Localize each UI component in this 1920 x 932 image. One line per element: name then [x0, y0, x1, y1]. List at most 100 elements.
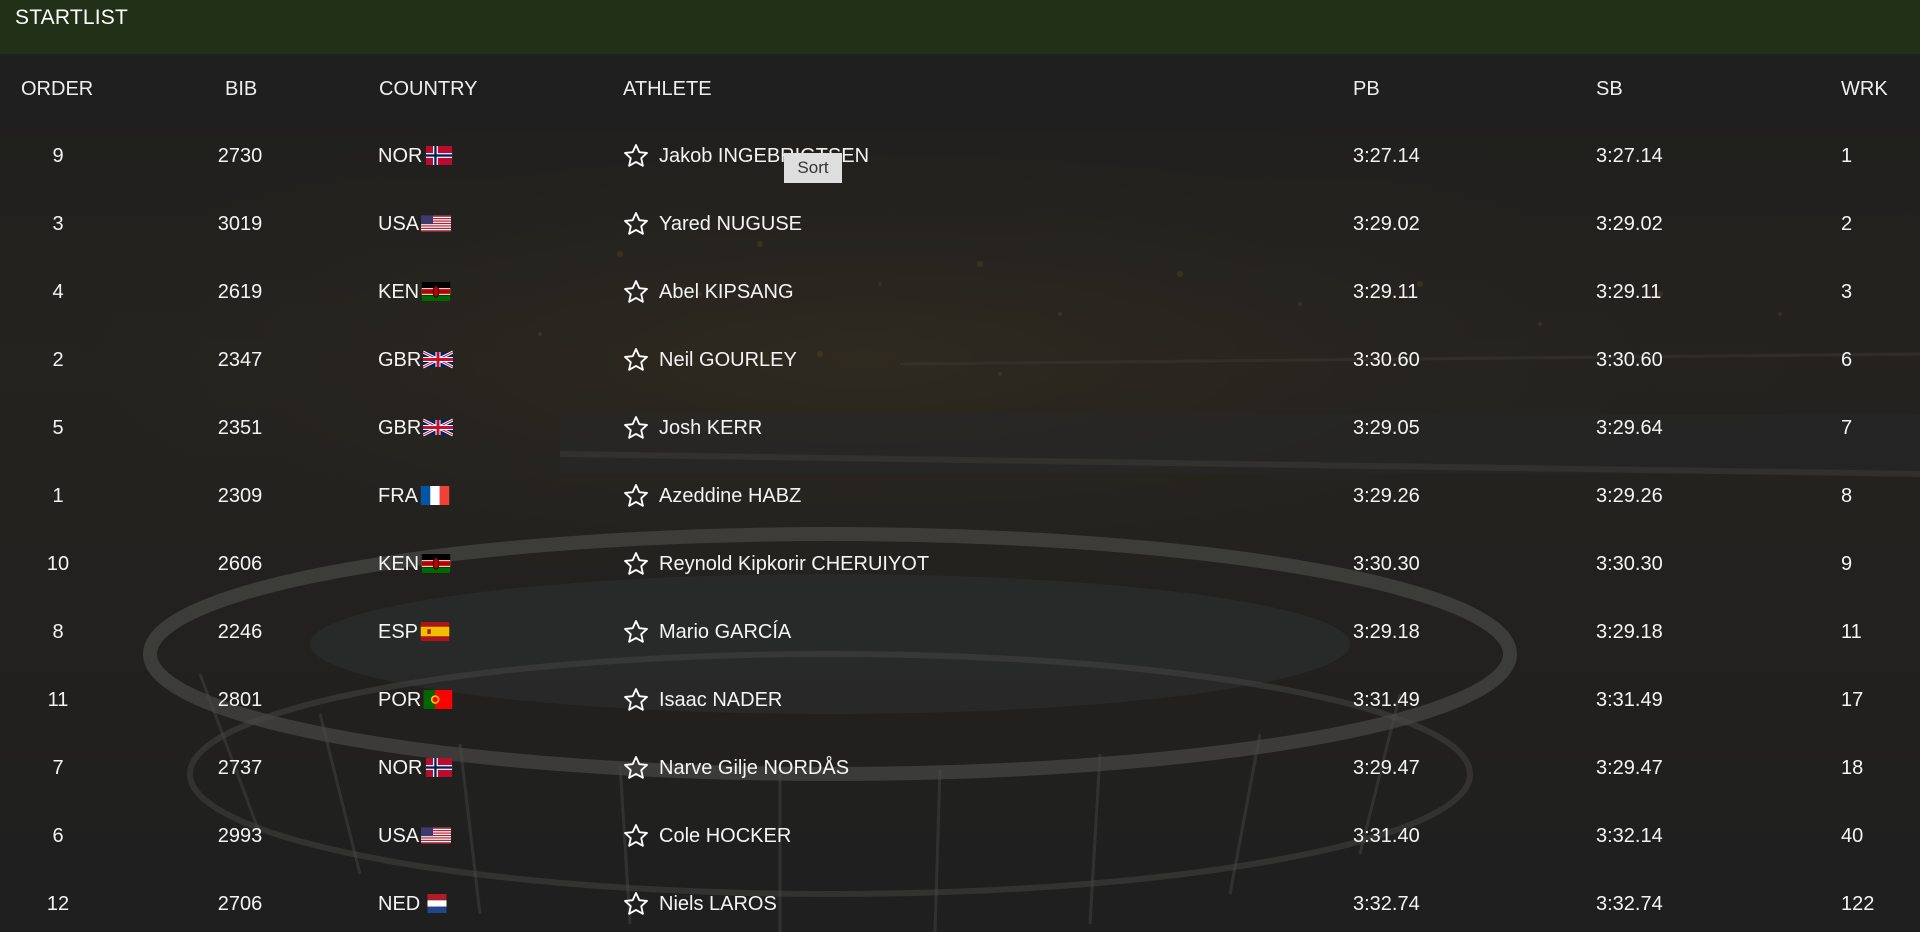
favorite-star-icon[interactable] [622, 890, 650, 918]
country-code: GBR [378, 349, 422, 371]
athlete-name[interactable]: Isaac NADER [659, 689, 782, 712]
por-flag-icon [423, 690, 453, 709]
country-cell: FRA [378, 485, 450, 508]
nor-flag-icon [424, 758, 454, 777]
favorite-star-icon[interactable] [622, 346, 650, 374]
column-header-country[interactable]: COUNTRY [379, 78, 478, 101]
wrk-cell: 122 [1841, 893, 1875, 915]
favorite-star-icon[interactable] [622, 210, 650, 238]
country-code: KEN [378, 281, 420, 303]
table-row[interactable]: 1 2309 FRA Azeddine HABZ 3:29.26 3:29.26 8 [0, 466, 1920, 534]
wrk-cell: 7 [1841, 417, 1853, 439]
gbr-flag-icon [423, 350, 454, 369]
bib-value: 2246 [217, 621, 263, 643]
athlete-name[interactable]: Reynold Kipkorir CHERUIYOT [659, 553, 929, 576]
athlete-name[interactable]: Yared NUGUSE [659, 213, 802, 236]
favorite-star-icon[interactable] [622, 482, 650, 510]
favorite-star-icon[interactable] [622, 822, 650, 850]
wrk-cell: 2 [1841, 213, 1853, 235]
sb-cell: 3:29.02 [1596, 213, 1663, 235]
bib-value: 2606 [217, 553, 263, 575]
favorite-star-icon[interactable] [622, 618, 650, 646]
country-cell: KEN [378, 281, 451, 304]
column-header-order[interactable]: ORDER [21, 78, 93, 101]
athlete-name[interactable]: Abel KIPSANG [659, 281, 794, 304]
athlete-cell: Azeddine HABZ [622, 482, 801, 510]
gbr-flag-icon [423, 418, 454, 437]
sb-cell: 3:29.47 [1596, 757, 1663, 779]
order-value: 8 [52, 621, 64, 643]
wrk-cell: 6 [1841, 349, 1853, 371]
favorite-star-icon[interactable] [622, 686, 650, 714]
pb-cell: 3:29.05 [1353, 417, 1420, 439]
esp-flag-icon [420, 622, 450, 641]
country-cell: NOR [378, 145, 454, 168]
table-row[interactable]: 9 2730 NOR Jakob INGEBRIGTSEN 3:27.14 3:27.14… [0, 126, 1920, 194]
ken-flag-icon [421, 554, 451, 573]
table-row[interactable]: 12 2706 NED Niels LAROS 3:32.74 3:32.74 122 [0, 874, 1920, 932]
column-header-athlete[interactable]: ATHLETE [623, 78, 712, 101]
sb-cell: 3:29.11 [1596, 281, 1662, 303]
column-header-pb[interactable]: PB [1353, 78, 1380, 101]
order-value: 10 [46, 553, 70, 575]
country-cell: POR [378, 689, 453, 712]
sb-cell: 3:31.49 [1596, 689, 1663, 711]
athlete-name[interactable]: Niels LAROS [659, 893, 777, 916]
sb-cell: 3:30.60 [1596, 349, 1663, 371]
pb-cell: 3:29.47 [1353, 757, 1420, 779]
column-header-sb[interactable]: SB [1596, 78, 1623, 101]
ken-flag-icon [421, 282, 451, 301]
wrk-cell: 1 [1841, 145, 1853, 167]
table-row[interactable]: 6 2993 USA Cole HOCKER 3:31.40 3:32.14 40 [0, 806, 1920, 874]
athlete-name[interactable]: Narve Gilje NORDÅS [659, 757, 849, 780]
bib-value: 2737 [217, 757, 263, 779]
startlist-title-bar: STARTLIST [0, 0, 1920, 54]
table-row[interactable]: 5 2351 GBR Josh KERR 3:29.05 3:29.64 7 [0, 398, 1920, 466]
sb-cell: 3:32.14 [1596, 825, 1663, 847]
bib-value: 2993 [217, 825, 263, 847]
wrk-cell: 40 [1841, 825, 1864, 847]
athlete-name[interactable]: Josh KERR [659, 417, 762, 440]
order-value: 11 [47, 689, 69, 711]
athlete-name[interactable]: Cole HOCKER [659, 825, 791, 848]
country-code: USA [378, 213, 420, 235]
favorite-star-icon[interactable] [622, 414, 650, 442]
favorite-star-icon[interactable] [622, 550, 650, 578]
table-row[interactable]: 7 2737 NOR Narve Gilje NORDÅS 3:29.47 3:29.47… [0, 738, 1920, 806]
athlete-cell: Reynold Kipkorir CHERUIYOT [622, 550, 929, 578]
athlete-name[interactable]: Azeddine HABZ [659, 485, 801, 508]
sb-cell: 3:29.64 [1596, 417, 1663, 439]
usa-flag-icon [421, 214, 452, 233]
bib-value: 2619 [217, 281, 263, 303]
athlete-cell: Isaac NADER [622, 686, 782, 714]
athlete-cell: Josh KERR [622, 414, 762, 442]
country-cell: ESP [378, 621, 450, 644]
athlete-name[interactable]: Mario GARCÍA [659, 621, 791, 644]
fra-flag-icon [420, 486, 450, 505]
sort-tooltip: Sort [784, 153, 842, 183]
sb-cell: 3:32.74 [1596, 893, 1663, 915]
athlete-name[interactable]: Neil GOURLEY [659, 349, 797, 372]
country-code: ESP [378, 621, 419, 643]
order-value: 2 [52, 349, 64, 371]
wrk-cell: 11 [1841, 621, 1862, 643]
column-header-wrk[interactable]: WRK [1841, 78, 1888, 101]
country-code: USA [378, 825, 420, 847]
favorite-star-icon[interactable] [622, 142, 650, 170]
bib-value: 2730 [217, 145, 263, 167]
bib-value: 2309 [217, 485, 263, 507]
favorite-star-icon[interactable] [622, 754, 650, 782]
favorite-star-icon[interactable] [622, 278, 650, 306]
athlete-cell: Mario GARCÍA [622, 618, 791, 646]
column-header-bib[interactable]: BIB [225, 78, 257, 101]
table-row[interactable]: 4 2619 KEN Abel KIPSANG 3:29.11 3:29.11 3 [0, 262, 1920, 330]
wrk-cell: 9 [1841, 553, 1853, 575]
country-cell: KEN [378, 553, 451, 576]
country-cell: USA [378, 213, 452, 236]
table-row[interactable]: 11 2801 POR Isaac NADER 3:31.49 3:31.49 17 [0, 670, 1920, 738]
order-value: 6 [52, 825, 64, 847]
table-row[interactable]: 3 3019 USA Yared NUGUSE 3:29.02 3:29.02 2 [0, 194, 1920, 262]
table-row[interactable]: 10 2606 KEN Reynold Kipkorir CHERUIYOT 3:30.… [0, 534, 1920, 602]
table-row[interactable]: 8 2246 ESP Mario GARCÍA 3:29.18 3:29.18 11 [0, 602, 1920, 670]
table-row[interactable]: 2 2347 GBR Neil GOURLEY 3:30.60 3:30.60 6 [0, 330, 1920, 398]
